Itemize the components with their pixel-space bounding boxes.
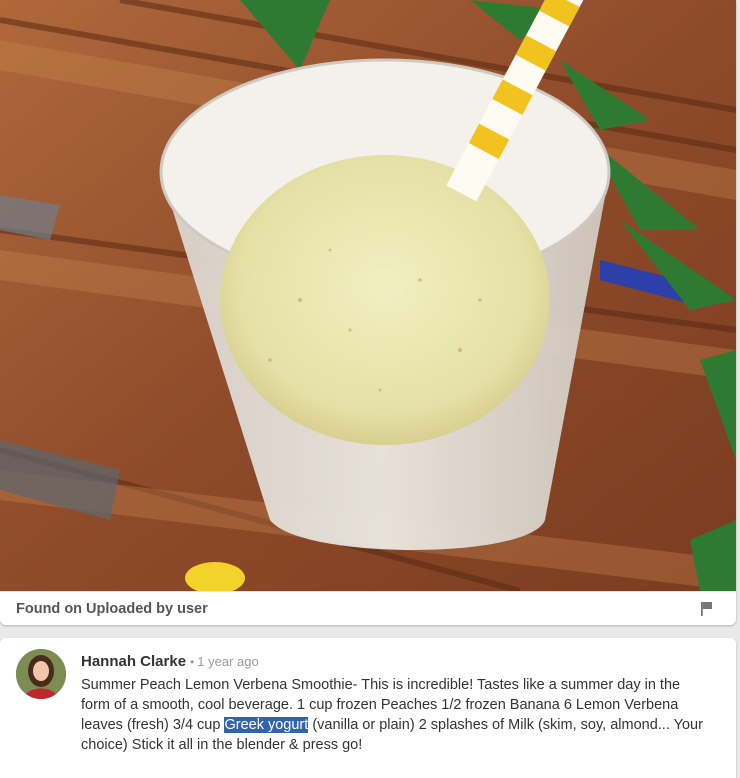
comment-card: Hannah Clarke • 1 year ago Summer Peach Le… bbox=[0, 638, 736, 778]
separator-dot: • bbox=[190, 655, 195, 669]
pin-image[interactable] bbox=[0, 0, 736, 591]
pin-footer: Found on Uploaded by user bbox=[0, 591, 736, 625]
flag-icon[interactable] bbox=[698, 600, 716, 618]
avatar[interactable] bbox=[16, 649, 66, 699]
pin-source-text[interactable]: Found on Uploaded by user bbox=[16, 601, 208, 617]
pin-card: Found on Uploaded by user bbox=[0, 0, 736, 625]
comment-text: Summer Peach Lemon Verbena Smoothie- Thi… bbox=[81, 675, 711, 755]
smoothie-photo bbox=[0, 0, 736, 591]
comment-time: 1 year ago bbox=[197, 654, 259, 669]
comment-text-highlight: Greek yogurt bbox=[224, 717, 309, 733]
comment-author[interactable]: Hannah Clarke bbox=[81, 653, 186, 670]
comment-header: Hannah Clarke • 1 year ago bbox=[81, 653, 259, 670]
